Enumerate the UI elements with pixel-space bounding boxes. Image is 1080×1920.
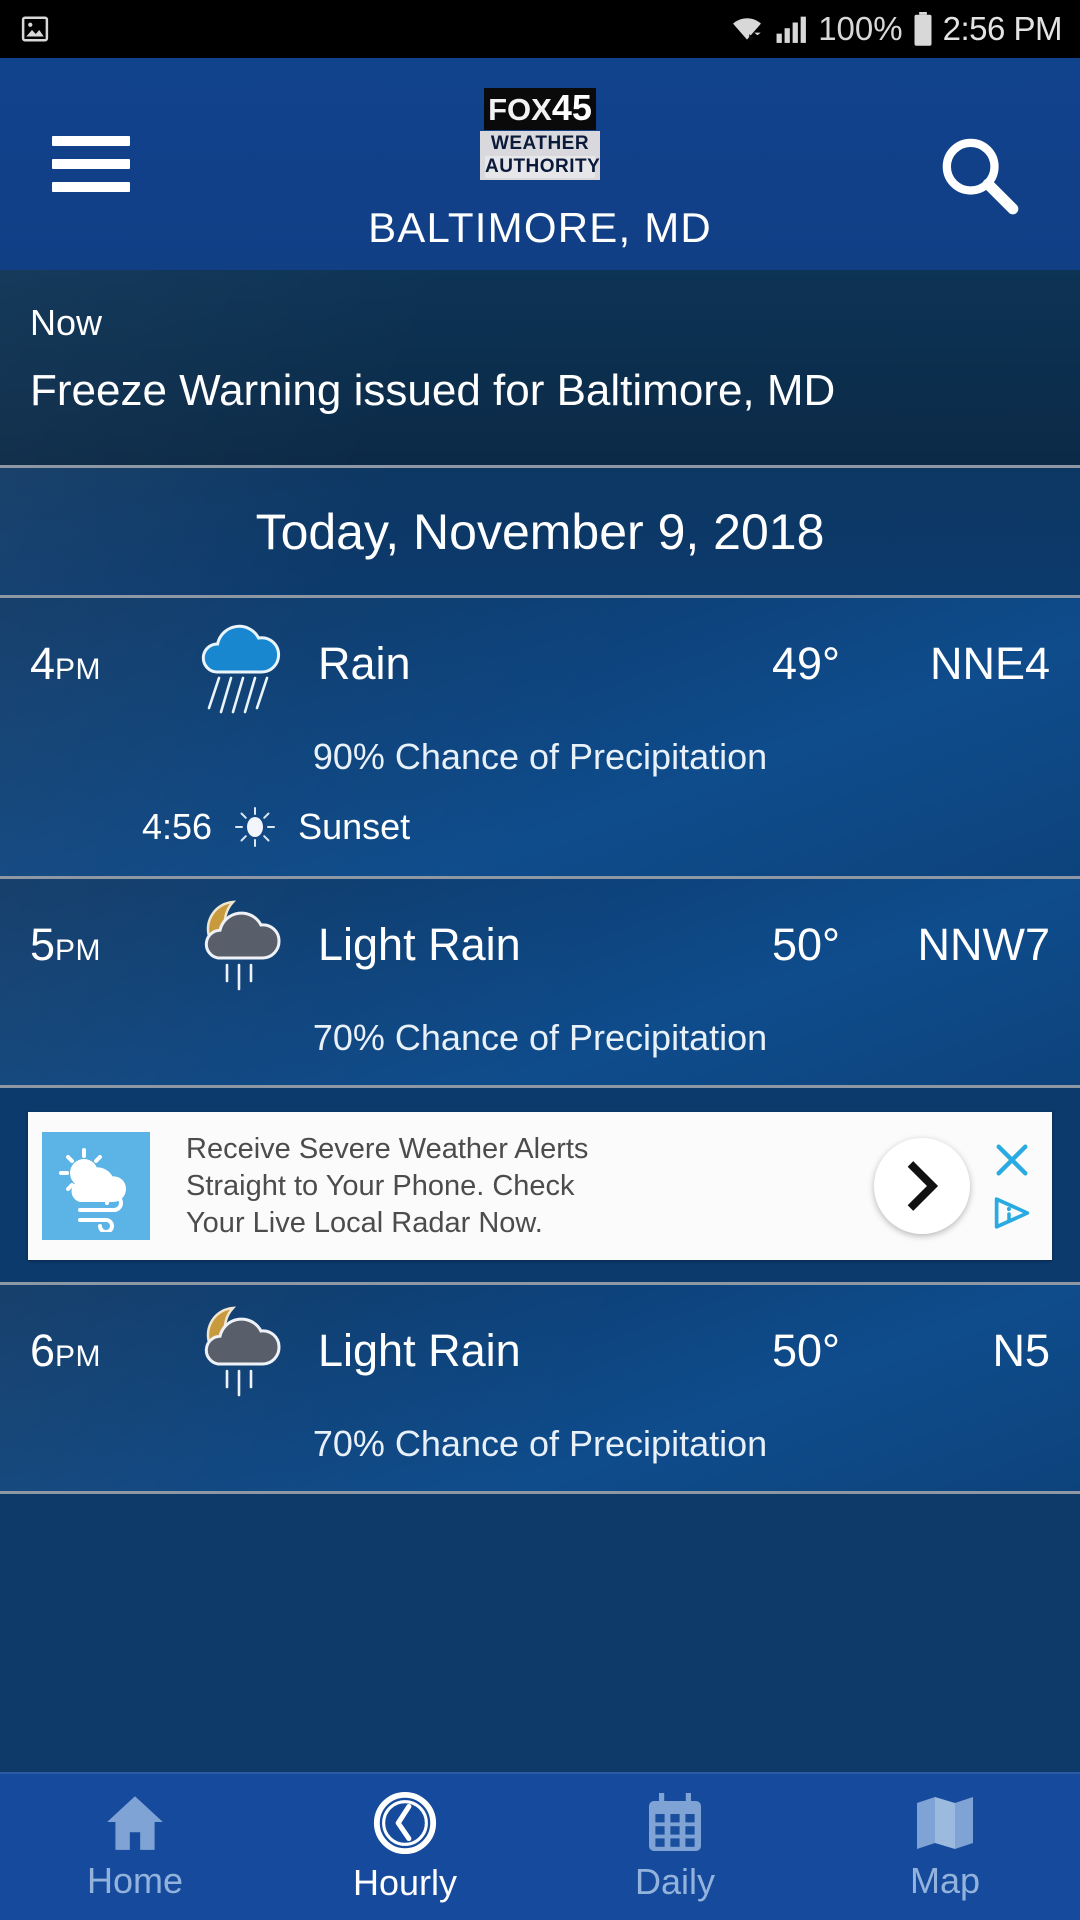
hour-wind: NNW7 <box>917 919 1051 970</box>
ad-controls <box>986 1140 1038 1232</box>
status-bar: 100% 2:56 PM <box>0 0 1080 58</box>
hour-wind: N5 <box>992 1325 1050 1376</box>
hamburger-bar <box>52 136 130 146</box>
hour-precipitation: 70% Chance of Precipitation <box>312 1423 768 1464</box>
hour-temperature: 50° <box>771 1325 840 1376</box>
hourly-row-main: 4PM Rain 49° NNE4 <box>0 598 1080 730</box>
weather-icon-cell <box>180 608 310 720</box>
advertisement-container: Receive Severe Weather Alerts Straight t… <box>0 1088 1080 1285</box>
hour-temperature: 49° <box>771 638 840 689</box>
tab-hourly[interactable]: Hourly <box>270 1774 540 1920</box>
logo-fox45: FOX45 <box>484 88 596 130</box>
map-icon <box>917 1797 973 1849</box>
app-bar: FOX45 WEATHER AUTHORITY BALTIMORE, MD <box>0 58 1080 270</box>
hour-precipitation: 70% Chance of Precipitation <box>312 1017 768 1058</box>
fox45-weather-authority-logo: FOX45 WEATHER AUTHORITY <box>480 88 600 180</box>
sunset-row: 4:56 Sunset <box>0 804 1080 850</box>
rain-cloud-icon <box>201 624 281 714</box>
logo-45-text: 45 <box>551 87 592 128</box>
wifi-icon <box>733 18 762 42</box>
calendar-icon <box>649 1793 701 1851</box>
ad-text-line-1: Receive Severe Weather Alerts <box>186 1132 589 1165</box>
cellular-signal-icon <box>776 16 807 43</box>
close-x-icon[interactable] <box>992 1140 1032 1180</box>
moon-cloud-light-rain-icon <box>204 1306 281 1397</box>
sunset-label: Sunset <box>298 806 411 847</box>
image-icon <box>21 16 49 42</box>
battery-percent-label: 100% <box>818 10 903 47</box>
clock-icon <box>373 1791 437 1855</box>
alert-time-label: Now <box>30 302 103 343</box>
ad-next-button[interactable] <box>874 1138 970 1234</box>
hour-time-meridiem: PM <box>55 1340 102 1373</box>
hour-time-meridiem: PM <box>55 934 102 967</box>
sunset-time: 4:56 <box>142 806 213 847</box>
status-bar-left <box>20 14 50 44</box>
hour-time: 6PM <box>30 1325 180 1377</box>
logo-weather-text: WEATHER <box>490 133 590 154</box>
date-header: Today, November 9, 2018 <box>0 468 1080 598</box>
weather-alert-banner[interactable]: Now Freeze Warning issued for Baltimore,… <box>0 270 1080 468</box>
hourly-row[interactable]: 6PM Light Rain 50° N5 70% Chance of Prec… <box>0 1285 1080 1494</box>
hamburger-menu-icon[interactable] <box>52 136 130 192</box>
logo-weather-authority-band: WEATHER AUTHORITY <box>480 131 600 180</box>
battery-icon <box>914 12 932 46</box>
home-icon <box>107 1796 163 1850</box>
hamburger-bar <box>52 159 130 169</box>
weather-icon-cell <box>180 1292 310 1410</box>
hour-time-number: 4 <box>30 638 56 689</box>
logo-fox-text: FOX <box>488 92 552 127</box>
hour-precipitation: 90% Chance of Precipitation <box>312 736 768 777</box>
tab-daily[interactable]: Daily <box>540 1774 810 1920</box>
adchoices-icon[interactable] <box>992 1194 1032 1232</box>
status-bar-clock: 2:56 PM <box>942 10 1063 47</box>
hour-time-number: 5 <box>30 919 56 970</box>
chevron-right-icon <box>907 1161 939 1211</box>
alert-message: Freeze Warning issued for Baltimore, MD <box>30 366 836 415</box>
hour-temperature: 50° <box>771 919 840 970</box>
ad-thumbnail <box>42 1132 150 1240</box>
tab-hourly-label: Hourly <box>352 1862 458 1903</box>
date-header-label: Today, November 9, 2018 <box>255 503 825 560</box>
hourly-row[interactable]: 4PM Rain 49° NNE4 90% Chance of Precipit… <box>0 598 1080 879</box>
logo-authority-text: AUTHORITY <box>485 156 601 178</box>
hour-time: 5PM <box>30 919 180 971</box>
hourly-row-main: 5PM Light Rain 50° NNW7 <box>0 879 1080 1011</box>
bottom-tab-bar: Home Hourly Daily Map <box>0 1772 1080 1920</box>
tab-home-label: Home <box>86 1860 184 1901</box>
hour-wind: NNE4 <box>929 638 1050 689</box>
hourly-row-main: 6PM Light Rain 50° N5 <box>0 1285 1080 1417</box>
hour-condition: Rain <box>318 638 411 689</box>
hour-condition: Light Rain <box>318 919 521 970</box>
ad-text-line-2: Straight to Your Phone. Check <box>186 1169 575 1202</box>
advertisement-banner[interactable]: Receive Severe Weather Alerts Straight t… <box>28 1112 1052 1260</box>
hour-time-meridiem: PM <box>55 653 102 686</box>
status-bar-right: 100% 2:56 PM <box>728 10 1063 48</box>
hamburger-bar <box>52 182 130 192</box>
ad-text: Receive Severe Weather Alerts Straight t… <box>150 1131 874 1242</box>
hour-time-number: 6 <box>30 1325 56 1376</box>
tab-home[interactable]: Home <box>0 1774 270 1920</box>
tab-daily-label: Daily <box>634 1861 715 1902</box>
hour-time: 4PM <box>30 638 180 690</box>
tab-map[interactable]: Map <box>810 1774 1080 1920</box>
page-title-city: BALTIMORE, MD <box>368 204 712 251</box>
weather-icon-cell <box>180 886 310 1004</box>
hour-condition: Light Rain <box>318 1325 521 1376</box>
tab-map-label: Map <box>909 1860 981 1901</box>
sun-cloud-wind-icon <box>59 1148 127 1232</box>
moon-cloud-light-rain-icon <box>204 900 281 991</box>
ad-text-line-3: Your Live Local Radar Now. <box>186 1206 543 1239</box>
hourly-row[interactable]: 5PM Light Rain 50° NNW7 70% Chance of Pr… <box>0 879 1080 1088</box>
sunset-icon <box>235 807 276 847</box>
